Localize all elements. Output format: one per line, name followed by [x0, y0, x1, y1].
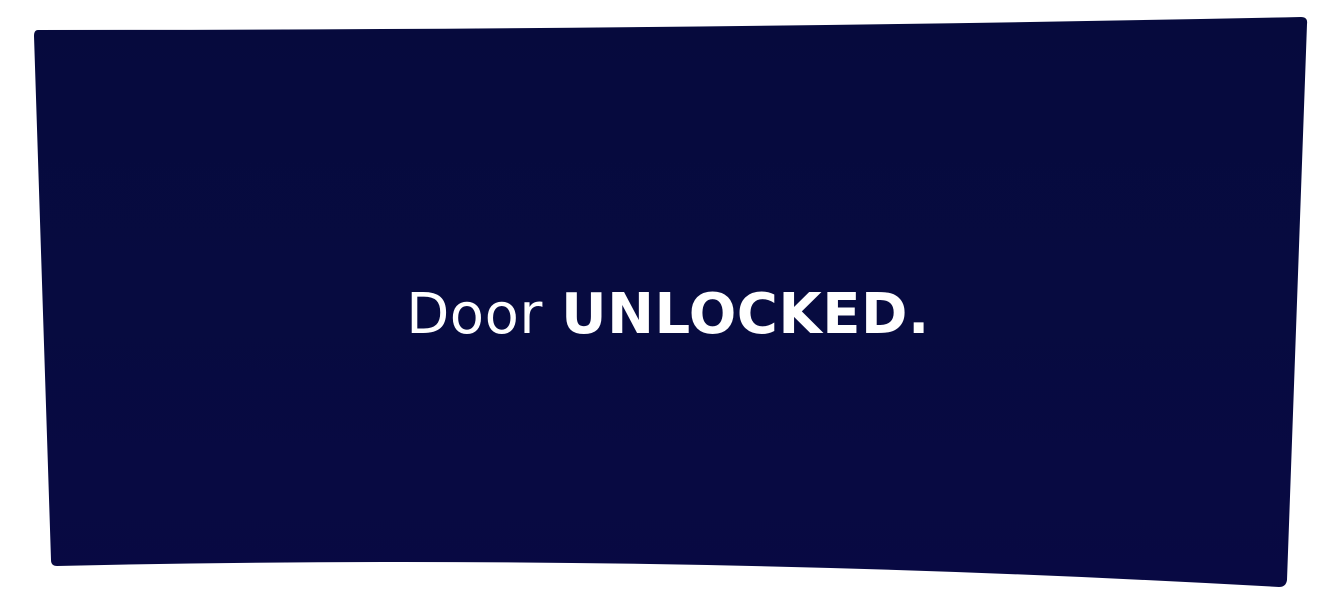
lock-status-screen: Door UNLOCKED. [0, 0, 1332, 608]
message-prefix: Door [406, 281, 543, 347]
message-status: UNLOCKED. [561, 281, 930, 347]
unlock-message: Door UNLOCKED. [0, 0, 1332, 608]
